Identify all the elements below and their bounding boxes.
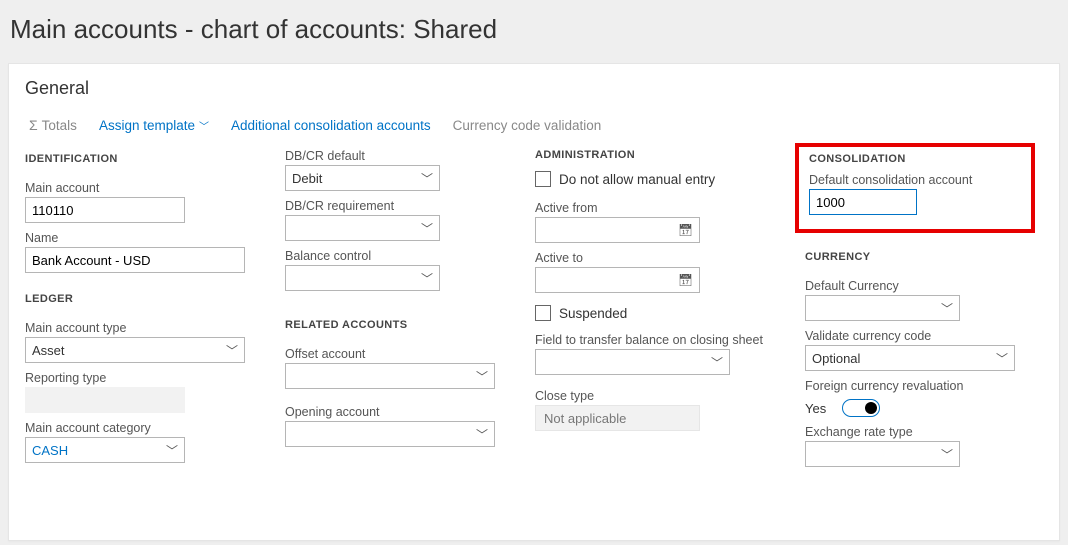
- main-account-category-value: CASH: [32, 443, 166, 458]
- currency-code-validation-button[interactable]: Currency code validation: [453, 118, 602, 133]
- assign-template-label: Assign template: [99, 118, 195, 133]
- page-title: Main accounts - chart of accounts: Share…: [0, 0, 1068, 63]
- default-currency-select[interactable]: ﹀: [805, 295, 960, 321]
- general-panel: General Σ Totals Assign template ﹀ Addit…: [8, 63, 1060, 541]
- chevron-down-icon: ﹀: [199, 118, 209, 133]
- dbcr-requirement-select[interactable]: ﹀: [285, 215, 440, 241]
- exchange-rate-type-label: Exchange rate type: [805, 425, 1025, 439]
- foreign-revaluation-value: Yes: [805, 401, 826, 416]
- dbcr-default-label: DB/CR default: [285, 149, 495, 163]
- main-account-type-value: Asset: [32, 343, 226, 358]
- main-account-category-select[interactable]: CASH ﹀: [25, 437, 185, 463]
- suspended-row[interactable]: Suspended: [535, 305, 765, 321]
- foreign-revaluation-toggle[interactable]: [842, 399, 880, 417]
- validate-currency-select[interactable]: Optional ﹀: [805, 345, 1015, 371]
- panel-heading: General: [25, 78, 1043, 99]
- main-account-type-label: Main account type: [25, 321, 245, 335]
- chevron-down-icon: ﹀: [711, 354, 723, 371]
- dbcr-requirement-label: DB/CR requirement: [285, 199, 495, 213]
- totals-label: Totals: [42, 118, 77, 133]
- chevron-down-icon: ﹀: [421, 270, 433, 287]
- chevron-down-icon: ﹀: [941, 300, 953, 317]
- chevron-down-icon: ﹀: [476, 426, 488, 443]
- do-not-allow-manual-entry-row[interactable]: Do not allow manual entry: [535, 171, 765, 187]
- reporting-type-label: Reporting type: [25, 371, 245, 385]
- administration-section-label: ADMINISTRATION: [535, 149, 765, 161]
- active-to-label: Active to: [535, 251, 765, 265]
- default-consolidation-account-field[interactable]: [816, 195, 910, 210]
- chevron-down-icon: ﹀: [166, 442, 178, 459]
- close-type-label: Close type: [535, 389, 765, 403]
- opening-account-select[interactable]: ﹀: [285, 421, 495, 447]
- main-account-label: Main account: [25, 181, 245, 195]
- chevron-down-icon: ﹀: [421, 170, 433, 187]
- main-account-input[interactable]: [25, 197, 185, 223]
- ledger-section-label: LEDGER: [25, 293, 245, 305]
- main-account-category-label: Main account category: [25, 421, 245, 435]
- form-columns: IDENTIFICATION Main account Name LEDGER …: [25, 149, 1043, 467]
- offset-account-select[interactable]: ﹀: [285, 363, 495, 389]
- active-to-field[interactable]: [542, 273, 678, 288]
- related-accounts-section-label: RELATED ACCOUNTS: [285, 319, 495, 331]
- active-to-input[interactable]: 📅︎: [535, 267, 700, 293]
- additional-consolidation-button[interactable]: Additional consolidation accounts: [231, 118, 431, 133]
- chevron-down-icon: ﹀: [476, 368, 488, 385]
- consolidation-highlight: CONSOLIDATION Default consolidation acco…: [795, 143, 1035, 233]
- consolidation-section-label: CONSOLIDATION: [809, 153, 1021, 165]
- balance-control-select[interactable]: ﹀: [285, 265, 440, 291]
- default-currency-label: Default Currency: [805, 279, 1025, 293]
- do-not-allow-checkbox[interactable]: [535, 171, 551, 187]
- transfer-balance-select[interactable]: ﹀: [535, 349, 730, 375]
- column-2: DB/CR default Debit ﹀ DB/CR requirement …: [285, 149, 495, 467]
- sigma-icon: Σ: [29, 117, 38, 133]
- transfer-balance-label: Field to transfer balance on closing she…: [535, 333, 765, 347]
- chevron-down-icon: ﹀: [996, 350, 1008, 367]
- totals-button[interactable]: Σ Totals: [29, 117, 77, 133]
- identification-section-label: IDENTIFICATION: [25, 153, 245, 165]
- active-from-label: Active from: [535, 201, 765, 215]
- foreign-revaluation-row: Yes: [805, 399, 1025, 417]
- suspended-label: Suspended: [559, 306, 627, 321]
- balance-control-label: Balance control: [285, 249, 495, 263]
- calendar-icon[interactable]: 📅︎: [678, 273, 693, 287]
- main-account-field[interactable]: [32, 203, 178, 218]
- column-3: ADMINISTRATION Do not allow manual entry…: [535, 149, 765, 467]
- validate-currency-value: Optional: [812, 351, 996, 366]
- assign-template-button[interactable]: Assign template ﹀: [99, 118, 209, 133]
- currency-section-label: CURRENCY: [805, 251, 1025, 263]
- dbcr-default-select[interactable]: Debit ﹀: [285, 165, 440, 191]
- default-consolidation-account-label: Default consolidation account: [809, 173, 1021, 187]
- active-from-field[interactable]: [542, 223, 678, 238]
- chevron-down-icon: ﹀: [226, 342, 238, 359]
- exchange-rate-type-select[interactable]: ﹀: [805, 441, 960, 467]
- dbcr-default-value: Debit: [292, 171, 421, 186]
- calendar-icon[interactable]: 📅︎: [678, 223, 693, 237]
- active-from-input[interactable]: 📅︎: [535, 217, 700, 243]
- column-4: CONSOLIDATION Default consolidation acco…: [805, 149, 1025, 467]
- reporting-type-input[interactable]: [25, 387, 185, 413]
- do-not-allow-label: Do not allow manual entry: [559, 172, 715, 187]
- opening-account-label: Opening account: [285, 405, 495, 419]
- validate-currency-label: Validate currency code: [805, 329, 1025, 343]
- toggle-knob-icon: [865, 402, 877, 414]
- main-account-type-select[interactable]: Asset ﹀: [25, 337, 245, 363]
- suspended-checkbox[interactable]: [535, 305, 551, 321]
- panel-toolbar: Σ Totals Assign template ﹀ Additional co…: [25, 117, 1043, 133]
- chevron-down-icon: ﹀: [941, 446, 953, 463]
- default-consolidation-account-input[interactable]: [809, 189, 917, 215]
- column-1: IDENTIFICATION Main account Name LEDGER …: [25, 149, 245, 467]
- close-type-value: Not applicable: [535, 405, 700, 431]
- chevron-down-icon: ﹀: [421, 220, 433, 237]
- name-label: Name: [25, 231, 245, 245]
- foreign-revaluation-label: Foreign currency revaluation: [805, 379, 1025, 393]
- name-input[interactable]: [25, 247, 245, 273]
- offset-account-label: Offset account: [285, 347, 495, 361]
- name-field[interactable]: [32, 253, 238, 268]
